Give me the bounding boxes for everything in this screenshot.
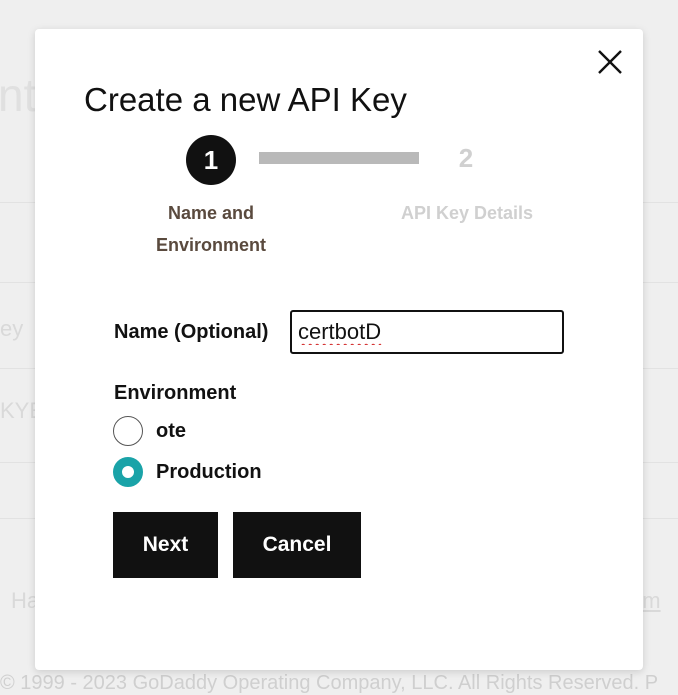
radio-unchecked-icon[interactable] <box>113 416 143 446</box>
step-1-indicator: 1 <box>186 135 236 185</box>
cancel-button[interactable]: Cancel <box>233 512 361 578</box>
radio-checked-icon[interactable] <box>113 457 143 487</box>
environment-option-label: Production <box>156 461 262 483</box>
step-1-label: Name and Environment <box>155 203 266 255</box>
next-button[interactable]: Next <box>113 512 218 578</box>
background-row-fragment: ey <box>0 316 24 341</box>
create-api-key-dialog: Create a new API Key 1 2 Name and Enviro… <box>35 29 643 670</box>
name-field-label: Name (Optional) <box>114 321 269 343</box>
dialog-title: Create a new API Key <box>84 81 407 118</box>
step-2-label: API Key Details <box>400 203 534 223</box>
step-progress-bar <box>259 152 419 164</box>
environment-label: Environment <box>114 382 237 404</box>
close-icon <box>598 50 622 74</box>
close-button[interactable] <box>595 47 625 77</box>
environment-option-label: ote <box>156 420 186 442</box>
background-title-fragment: nt <box>0 69 37 121</box>
step-2-indicator: 2 <box>458 143 474 173</box>
background-footer: © 1999 - 2023 GoDaddy Operating Company,… <box>0 672 659 694</box>
name-input[interactable] <box>290 310 564 354</box>
